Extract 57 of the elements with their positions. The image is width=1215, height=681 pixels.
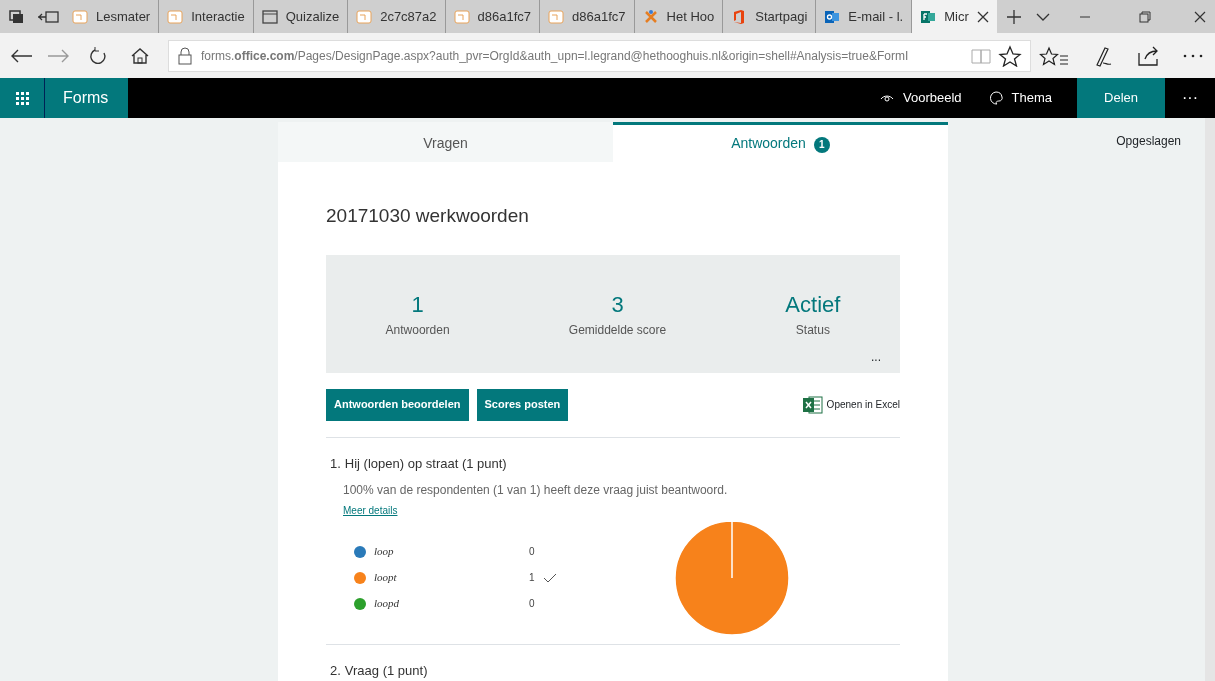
- answer-count: 0: [529, 597, 535, 611]
- action-button[interactable]: Antwoorden beoordelen: [326, 388, 469, 421]
- tab-title: Het Hoo: [666, 7, 715, 26]
- tab-title: 2c7c87a2: [380, 7, 437, 26]
- site-icon: [824, 8, 841, 25]
- stat-value: Actief: [785, 291, 841, 319]
- form-tab[interactable]: Vragen: [278, 122, 613, 162]
- count-badge: 1: [813, 136, 830, 153]
- tab-title: E-mail - l.: [848, 7, 904, 26]
- spreadsheet-icon: [802, 395, 823, 414]
- more-button[interactable]: ···: [1165, 79, 1215, 117]
- action-button[interactable]: Scores posten: [476, 388, 569, 421]
- site-icon: [72, 8, 88, 25]
- answer-count: 1: [529, 571, 535, 585]
- site-icon: [548, 8, 565, 25]
- answer-label: loopt: [374, 570, 398, 586]
- star-icon[interactable]: [998, 44, 1022, 67]
- details-link[interactable]: Meer details: [343, 503, 398, 518]
- question-number: 1.: [330, 454, 341, 473]
- window-icon: [261, 8, 278, 25]
- tab-title: Lesmater: [96, 7, 151, 26]
- answer-count: 0: [529, 545, 535, 559]
- stat-value: 1: [411, 291, 424, 319]
- save-status: Opgeslagen: [1116, 133, 1181, 150]
- answer-label: loopd: [374, 596, 401, 612]
- close-icon[interactable]: [976, 10, 989, 23]
- site-icon: [453, 8, 470, 25]
- scrollbar[interactable]: [1205, 118, 1215, 681]
- stat-label: Status: [795, 322, 830, 339]
- site-icon: [167, 8, 184, 25]
- site-icon: [920, 8, 937, 25]
- question-number: 2.: [330, 661, 341, 680]
- tab-title: Interactie: [191, 7, 245, 26]
- toolbar-button[interactable]: Thema: [986, 87, 1053, 109]
- tab-title: d86a1fc7: [572, 7, 626, 26]
- more-button[interactable]: ...: [870, 346, 882, 367]
- palette-icon: [987, 90, 1004, 106]
- excel-link[interactable]: Openen in Excel: [802, 395, 900, 414]
- toolbar-button[interactable]: Voorbeeld: [878, 87, 963, 109]
- tab-title: Startpagi: [755, 7, 808, 26]
- question-summary: 100% van de respondenten (1 van 1) heeft deze vraag juist beantwoord.: [343, 482, 729, 499]
- tab-title: Micr: [944, 7, 969, 26]
- app-launcher-icon[interactable]: [0, 78, 44, 118]
- stat-label: Gemiddelde score: [568, 322, 667, 339]
- app-title[interactable]: Forms: [44, 78, 129, 118]
- browser-tab[interactable]: Micr: [912, 0, 997, 33]
- form-title: 20171030 werkwoorden: [326, 204, 530, 228]
- question-title: Vraag (1 punt): [344, 661, 428, 680]
- stat-label: Antwoorden: [385, 322, 450, 339]
- site-icon: [356, 8, 373, 25]
- share-button[interactable]: Delen: [1077, 78, 1165, 118]
- answer-label: loop: [374, 544, 395, 560]
- site-icon: [642, 8, 659, 25]
- question-title: Hij (lopen) op straat (1 punt): [344, 454, 507, 473]
- tab-title: d86a1fc7: [477, 7, 532, 26]
- tab-title: Quizalize: [285, 7, 340, 26]
- stat-value: 3: [611, 291, 624, 319]
